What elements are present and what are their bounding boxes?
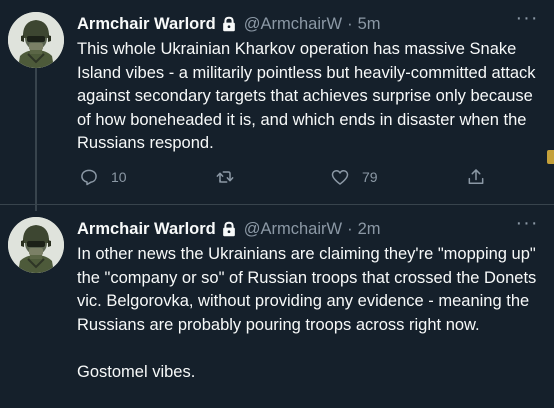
tweet-text: In other news the Ukrainians are claimin… (77, 243, 539, 385)
avatar[interactable] (8, 12, 64, 68)
more-icon[interactable]: ··· (515, 213, 539, 236)
reply-icon (79, 167, 99, 187)
retweet-icon (215, 167, 235, 187)
author-name[interactable]: Armchair Warlord (77, 220, 216, 239)
tweet-text: This whole Ukrainian Kharkov operation h… (77, 40, 536, 153)
reply-count: 10 (111, 169, 127, 185)
author-name[interactable]: Armchair Warlord (77, 15, 216, 34)
tweet-header: Armchair Warlord @ArmchairW · 2m (77, 218, 381, 240)
like-button[interactable]: 79 (330, 167, 378, 187)
lock-icon (220, 15, 238, 33)
separator-dot: · (347, 219, 353, 238)
lock-icon (220, 220, 238, 238)
avatar[interactable] (8, 217, 64, 273)
share-button[interactable] (466, 167, 486, 187)
tweet[interactable]: Armchair Warlord @ArmchairW · 5m ··· Thi… (0, 0, 554, 211)
thread-connector-line (35, 66, 37, 211)
retweet-button[interactable] (215, 167, 235, 187)
separator-dot: · (347, 14, 353, 33)
tweet-paragraph: Gostomel vibes. (77, 362, 196, 381)
timestamp[interactable]: 2m (358, 220, 381, 239)
like-count: 79 (362, 169, 378, 185)
author-handle[interactable]: @ArmchairW (244, 220, 342, 239)
reply-button[interactable]: 10 (79, 167, 127, 187)
tweet-actions: 10 79 (77, 163, 497, 197)
author-handle[interactable]: @ArmchairW (244, 15, 342, 34)
tweet-paragraph: In other news the Ukrainians are claimin… (77, 245, 537, 334)
heart-icon (330, 167, 350, 187)
timestamp[interactable]: 5m (358, 15, 381, 34)
tweet[interactable]: Armchair Warlord @ArmchairW · 2m ··· In … (0, 205, 554, 408)
share-icon (466, 167, 486, 187)
tweet-header: Armchair Warlord @ArmchairW · 5m (77, 13, 381, 35)
more-icon[interactable]: ··· (515, 8, 539, 31)
